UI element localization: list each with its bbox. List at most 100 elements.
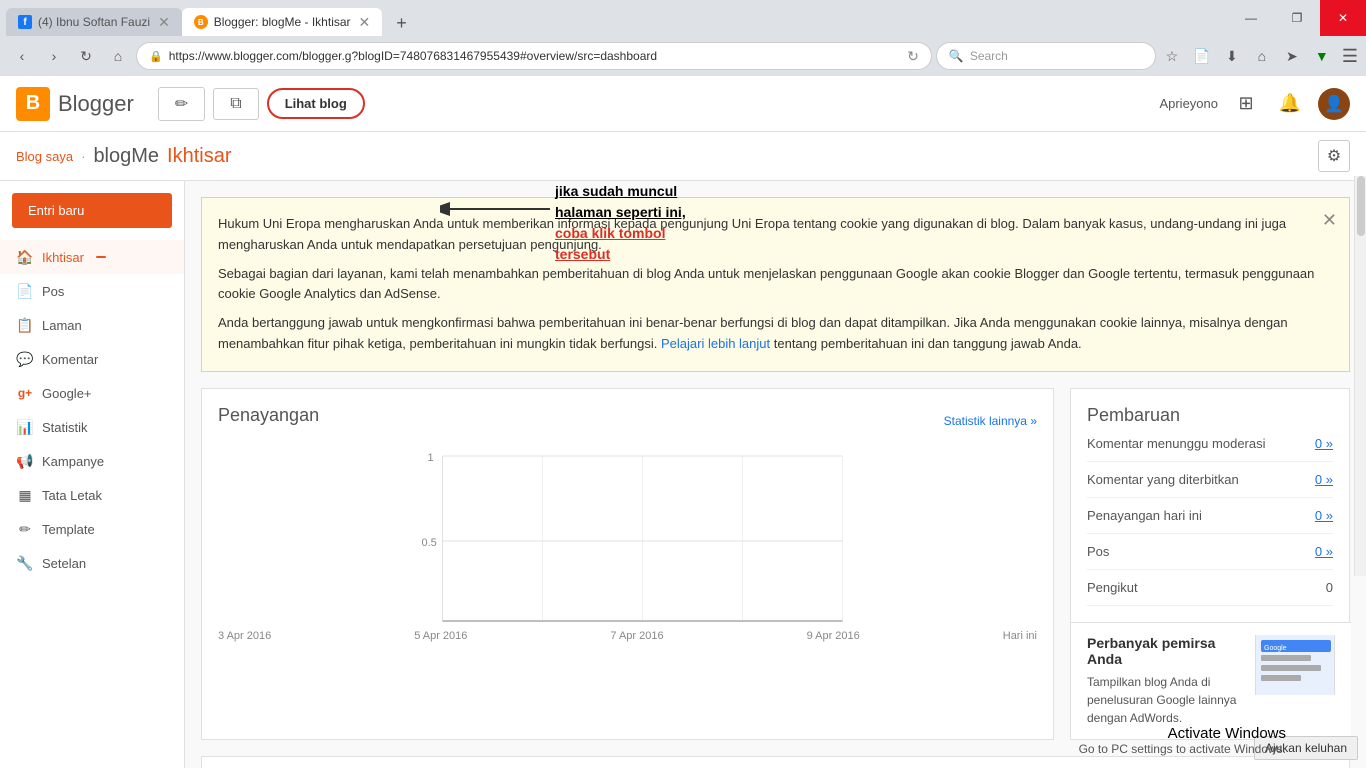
- notifications-icon[interactable]: 🔔: [1274, 88, 1306, 120]
- scrollbar[interactable]: [1354, 181, 1366, 576]
- page-content: B Blogger ✏ ⧉ Lihat blog jika sudah munc…: [0, 76, 1366, 768]
- home-button[interactable]: ⌂: [104, 42, 132, 70]
- tab-label-facebook: (4) Ibnu Softan Fauzi: [38, 15, 150, 29]
- home-icon: 🏠: [16, 248, 34, 266]
- blogger-logo-text: Blogger: [58, 91, 134, 117]
- new-tab-button[interactable]: +: [390, 11, 413, 36]
- cookie-notice-close[interactable]: ✕: [1322, 206, 1337, 235]
- statistik-icon: 📊: [16, 418, 34, 436]
- cookie-notice: ✕ Hukum Uni Eropa mengharuskan Anda untu…: [201, 197, 1350, 372]
- maximize-button[interactable]: ❐: [1274, 0, 1320, 36]
- forward-button[interactable]: ›: [40, 42, 68, 70]
- blog-saya-link[interactable]: Blog saya: [16, 149, 73, 164]
- tab-blogger[interactable]: B Blogger: blogMe - Ikhtisar ✕: [182, 8, 382, 36]
- cookie-learn-more-link[interactable]: Pelajari lebih lanjut: [661, 336, 770, 351]
- pembaruan-label-2: Penayangan hari ini: [1087, 508, 1202, 523]
- sidebar-item-kampanye[interactable]: 📢 Kampanye: [0, 444, 184, 478]
- sidebar-item-pos[interactable]: 📄 Pos: [0, 274, 184, 308]
- sidebar-label-kampanye: Kampanye: [42, 454, 104, 469]
- chart-label-2: 7 Apr 2016: [610, 630, 663, 642]
- blog-header-right: ⚙: [1318, 140, 1350, 172]
- scrollbar-thumb[interactable]: [1357, 181, 1365, 236]
- arrow-icon[interactable]: ➤: [1280, 44, 1304, 68]
- copy-button[interactable]: ⧉: [213, 88, 258, 120]
- pembaruan-label-4: Pengikut: [1087, 580, 1138, 595]
- blogger-topbar: B Blogger ✏ ⧉ Lihat blog jika sudah munc…: [0, 76, 1366, 132]
- pembaruan-val-2[interactable]: 0 »: [1315, 508, 1333, 523]
- sidebar-item-statistik[interactable]: 📊 Statistik: [0, 410, 184, 444]
- activate-windows-title: Activate Windows: [1079, 725, 1286, 742]
- sidebar-label-template: Template: [42, 522, 95, 537]
- pembaruan-label-0: Komentar menunggu moderasi: [1087, 436, 1266, 451]
- settings-gear-button[interactable]: ⚙: [1318, 140, 1350, 172]
- download-icon[interactable]: ⬇: [1220, 44, 1244, 68]
- adwords-desc: Tampilkan blog Anda di penelusuran Googl…: [1087, 673, 1243, 727]
- pembaruan-row-3: Pos 0 »: [1087, 534, 1333, 570]
- sidebar-item-googleplus[interactable]: g+ Google+: [0, 376, 184, 410]
- search-box[interactable]: 🔍 Search: [936, 42, 1156, 70]
- tab-facebook[interactable]: f (4) Ibnu Softan Fauzi ✕: [6, 8, 182, 36]
- minimize-button[interactable]: —: [1228, 0, 1274, 36]
- adwords-box: Perbanyak pemirsa Anda Tampilkan blog An…: [1071, 622, 1351, 739]
- new-post-button[interactable]: Entri baru: [12, 193, 172, 228]
- sidebar-item-tata-letak[interactable]: ▦ Tata Letak: [0, 478, 184, 512]
- sidebar-label-tata-letak: Tata Letak: [42, 488, 102, 503]
- sidebar-item-laman[interactable]: 📋 Laman: [0, 308, 184, 342]
- template-icon: ✏: [16, 520, 34, 538]
- avatar-initial: 👤: [1324, 94, 1344, 114]
- reader-icon[interactable]: 📄: [1190, 44, 1214, 68]
- home-icon2[interactable]: ⌂: [1250, 44, 1274, 68]
- browser-toolbar: ☆ 📄 ⬇ ⌂ ➤ ▼ ☰: [1160, 44, 1358, 68]
- adblock-icon[interactable]: ▼: [1310, 44, 1334, 68]
- pembaruan-val-0[interactable]: 0 »: [1315, 436, 1333, 451]
- blog-header: Blog saya · blogMe Ikhtisar ⚙: [0, 132, 1366, 181]
- url-input[interactable]: 🔒 https://www.blogger.com/blogger.g?blog…: [136, 42, 932, 70]
- pembaruan-val-3[interactable]: 0 »: [1315, 544, 1333, 559]
- chart-labels: 3 Apr 2016 5 Apr 2016 7 Apr 2016 9 Apr 2…: [218, 630, 1037, 642]
- blog-title: blogMe: [93, 145, 159, 168]
- penayangan-chart: 1 0.5: [218, 446, 1037, 626]
- sidebar-item-ikhtisar[interactable]: 🏠 Ikhtisar: [0, 240, 184, 274]
- search-placeholder: Search: [970, 49, 1008, 63]
- sidebar-item-komentar[interactable]: 💬 Komentar: [0, 342, 184, 376]
- apps-icon[interactable]: ⊞: [1230, 88, 1262, 120]
- sidebar-item-setelan[interactable]: 🔧 Setelan: [0, 546, 184, 580]
- adwords-title: Perbanyak pemirsa Anda: [1087, 635, 1243, 667]
- sidebar-label-googleplus: Google+: [42, 386, 92, 401]
- main-layout: Entri baru 🏠 Ikhtisar 📄 Pos 📋 Laman 💬 Ko…: [0, 181, 1366, 768]
- back-button[interactable]: ‹: [8, 42, 36, 70]
- chart-label-1: 5 Apr 2016: [414, 630, 467, 642]
- pembaruan-val-1[interactable]: 0 »: [1315, 472, 1333, 487]
- search-icon: 🔍: [949, 49, 964, 63]
- pembaruan-box: Pembaruan Komentar menunggu moderasi 0 »…: [1070, 388, 1350, 740]
- kampanye-icon: 📢: [16, 452, 34, 470]
- star-icon[interactable]: ☆: [1160, 44, 1184, 68]
- statistik-lainnya-link[interactable]: Statistik lainnya »: [944, 414, 1037, 428]
- chart-area: 1 0.5: [218, 446, 1037, 626]
- penayangan-box: Penayangan Statistik lainnya » 1 0.5: [201, 388, 1054, 740]
- news-section: Berita dari Blogger Lainnya » Best pract…: [201, 756, 1350, 768]
- topbar-actions: ✏ ⧉ Lihat blog: [158, 87, 365, 121]
- close-window-button[interactable]: ✕: [1320, 0, 1366, 36]
- sidebar-label-laman: Laman: [42, 318, 82, 333]
- blog-separator: ·: [81, 149, 85, 164]
- tab-close-facebook[interactable]: ✕: [158, 14, 170, 31]
- svg-text:1: 1: [428, 452, 434, 464]
- sidebar-label-setelan: Setelan: [42, 556, 86, 571]
- cookie-para3: Anda bertanggung jawab untuk mengkonfirm…: [218, 313, 1333, 355]
- lihat-blog-button[interactable]: Lihat blog: [267, 88, 365, 119]
- cookie-para3-after: tentang pemberitahuan ini dan tanggung j…: [774, 336, 1082, 351]
- pencil-button[interactable]: ✏: [158, 87, 205, 121]
- sidebar-label-pos: Pos: [42, 284, 64, 299]
- sidebar-item-template[interactable]: ✏ Template: [0, 512, 184, 546]
- tab-close-blogger[interactable]: ✕: [359, 14, 371, 31]
- tata-letak-icon: ▦: [16, 486, 34, 504]
- pembaruan-row-2: Penayangan hari ini 0 »: [1087, 498, 1333, 534]
- reload-button[interactable]: ↻: [72, 42, 100, 70]
- url-reload-icon: ↻: [907, 48, 919, 65]
- activate-windows-subtitle: Go to PC settings to activate Windows.: [1079, 742, 1286, 756]
- user-avatar[interactable]: 👤: [1318, 88, 1350, 120]
- sidebar-label-komentar: Komentar: [42, 352, 98, 367]
- browser-menu-button[interactable]: ☰: [1342, 46, 1358, 67]
- topbar-right: Aprieyono ⊞ 🔔 👤: [1159, 88, 1350, 120]
